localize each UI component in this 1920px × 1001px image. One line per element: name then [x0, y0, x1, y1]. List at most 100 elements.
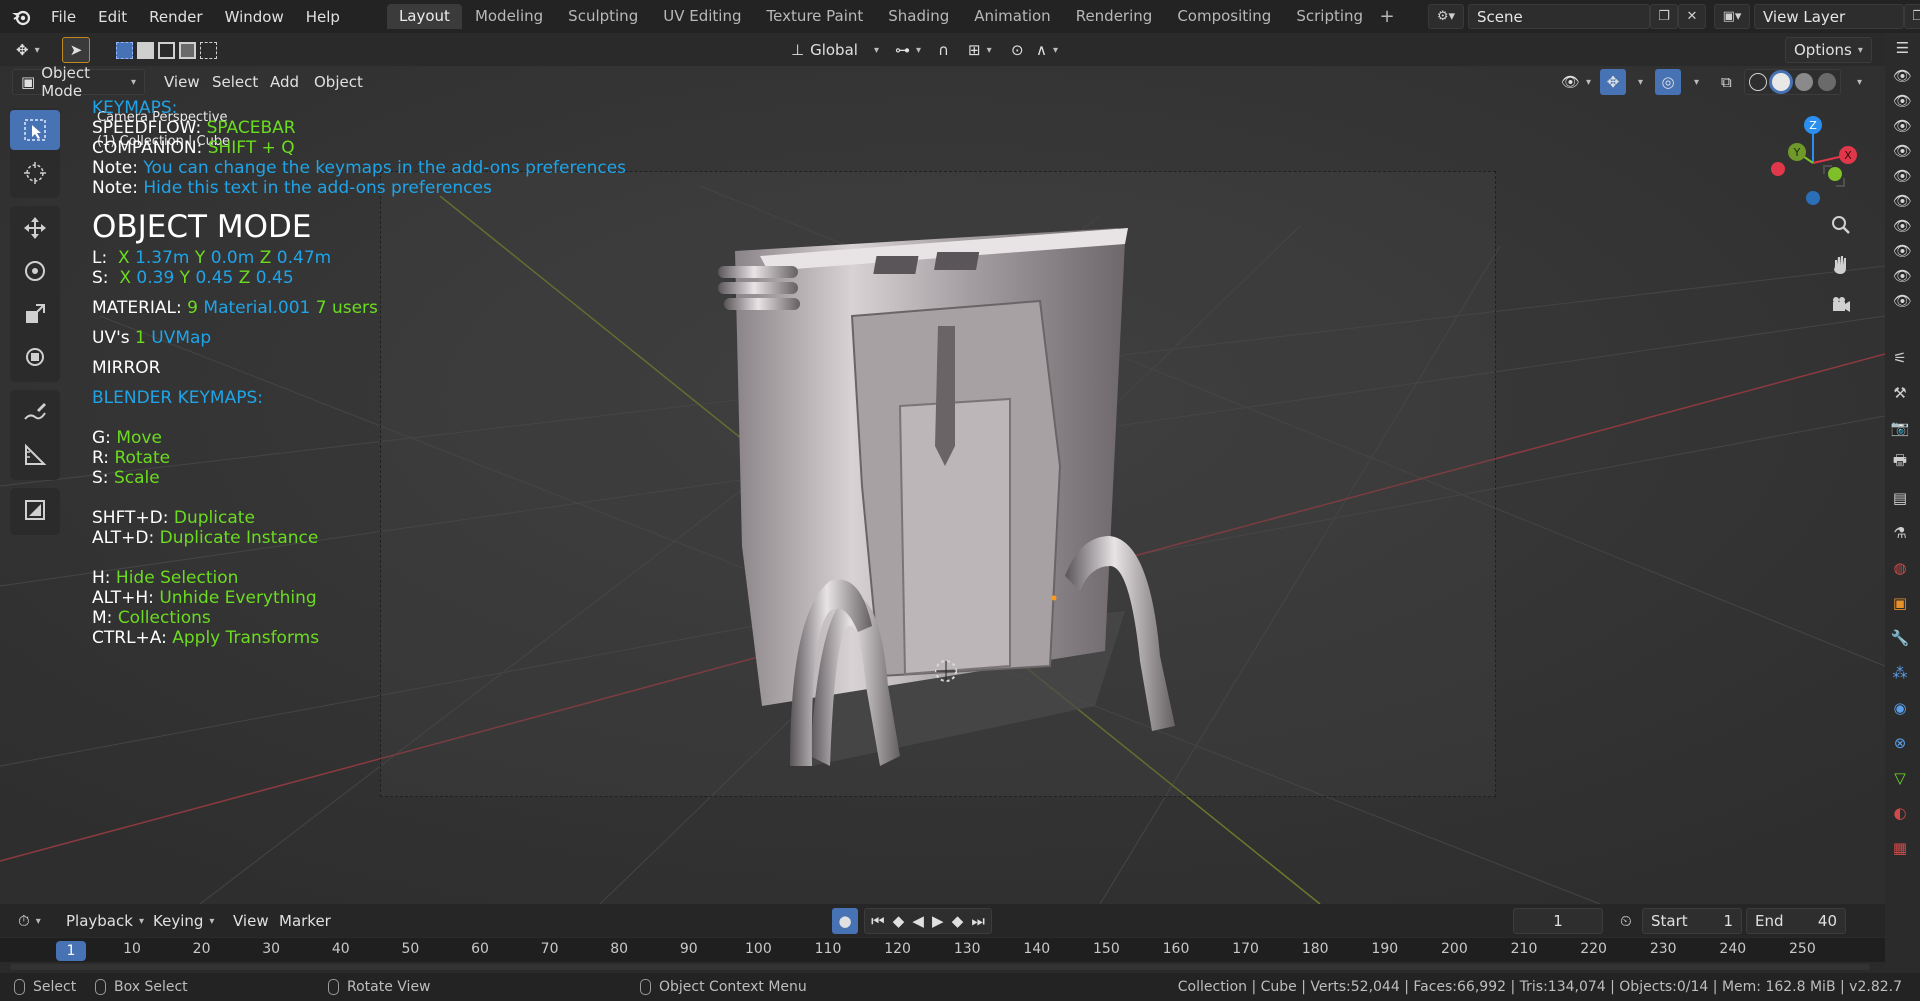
new-view-layer-icon[interactable]: ❐ [1904, 4, 1920, 29]
outliner-eye-icon[interactable]: 👁 [1885, 163, 1920, 188]
menu-render[interactable]: Render [138, 8, 213, 26]
preview-range-icon[interactable]: ⏲ [1612, 908, 1640, 934]
tab-animation[interactable]: Animation [962, 4, 1062, 29]
camera-view-icon[interactable] [1830, 294, 1852, 320]
outliner-eye-icon[interactable]: 👁 [1885, 138, 1920, 163]
scale-tool-icon[interactable] [10, 294, 60, 334]
timeline-editor-icon[interactable]: ⏱ ▾ [10, 908, 49, 934]
outliner-eye-icon[interactable]: 👁 [1885, 213, 1920, 238]
play-reverse-icon[interactable]: ◀ [912, 912, 924, 930]
blender-logo-icon[interactable] [6, 0, 36, 33]
add-cube-tool-icon[interactable] [10, 490, 60, 530]
prev-keyframe-icon[interactable]: ◆ [893, 912, 905, 930]
rendered-shading-icon[interactable] [1818, 73, 1836, 91]
outliner-eye-icon[interactable]: 👁 [1885, 113, 1920, 138]
delete-scene-icon[interactable]: ✕ [1678, 4, 1706, 29]
transform-tool-icon[interactable] [10, 337, 60, 377]
tab-shading[interactable]: Shading [876, 4, 961, 29]
menu-help[interactable]: Help [295, 8, 351, 26]
scene-type-icon[interactable]: ⚙▾ [1428, 4, 1464, 29]
physics-properties-icon[interactable]: ◉ [1880, 690, 1920, 725]
tab-layout[interactable]: Layout [386, 4, 462, 29]
wireframe-shading-icon[interactable] [1749, 73, 1767, 91]
snap-toggle-icon[interactable]: ∩ [930, 37, 957, 63]
tool-properties-icon[interactable]: ⚒ [1880, 375, 1920, 410]
view-layer-properties-icon[interactable]: ▤ [1880, 480, 1920, 515]
tab-rendering[interactable]: Rendering [1064, 4, 1165, 29]
scene-name-field[interactable]: Scene [1468, 4, 1650, 29]
mode-dropdown[interactable]: ▣ Object Mode ▾ [12, 64, 145, 100]
annotate-tool-icon[interactable] [10, 392, 60, 432]
world-properties-icon[interactable]: ◍ [1880, 550, 1920, 585]
modifier-properties-icon[interactable]: 🔧 [1880, 620, 1920, 655]
timeline-menu-view[interactable]: View [225, 908, 277, 934]
frame-ruler[interactable]: 1 10 20 30 40 50 60 70 80 90 100 110 120 130 140 150 16… [0, 938, 1885, 962]
menu-object[interactable]: Object [306, 69, 371, 95]
auto-keying-icon[interactable]: ● [832, 908, 858, 934]
options-dropdown[interactable]: Options ▾ [1785, 37, 1872, 63]
playhead-frame-indicator[interactable]: 1 [56, 941, 86, 961]
transform-orientation-dropdown[interactable]: ⊥ Global ▾ [783, 37, 887, 63]
3d-viewport[interactable]: Z X Y Camera Perspective (1) Collection … [0, 66, 1885, 904]
start-frame-field[interactable]: Start 1 [1642, 908, 1742, 934]
gizmo-toggle-icon[interactable]: ✥ [1600, 69, 1626, 95]
select-box-tool-icon[interactable] [10, 110, 60, 150]
rotate-tool-icon[interactable] [10, 251, 60, 291]
menu-add[interactable]: Add [262, 69, 307, 95]
tab-uv-editing[interactable]: UV Editing [651, 4, 753, 29]
timeline-menu-marker[interactable]: Marker [271, 908, 339, 934]
visibility-eye-icon[interactable]: 👁 ▾ [1553, 69, 1599, 95]
menu-edit[interactable]: Edit [87, 8, 138, 26]
tab-texture-paint[interactable]: Texture Paint [754, 4, 875, 29]
measure-tool-icon[interactable] [10, 435, 60, 475]
constraint-properties-icon[interactable]: ⊗ [1880, 725, 1920, 760]
data-properties-icon[interactable]: ▽ [1880, 760, 1920, 795]
menu-view[interactable]: View [156, 69, 208, 95]
jump-start-icon[interactable]: ⏮ [871, 912, 885, 930]
texture-properties-icon[interactable]: ▦ [1880, 830, 1920, 865]
gizmo-dropdown-icon[interactable]: ▾ [1624, 69, 1651, 95]
selection-mode-icons[interactable] [108, 37, 225, 63]
add-workspace-icon[interactable]: + [1376, 6, 1398, 27]
object-properties-icon[interactable]: ▣ [1880, 585, 1920, 620]
outliner-eye-icon[interactable]: 👁 [1885, 263, 1920, 288]
jump-end-icon[interactable]: ⏭ [971, 912, 985, 930]
overlays-toggle-icon[interactable]: ◎ [1655, 69, 1681, 95]
material-shading-icon[interactable] [1795, 73, 1813, 91]
outliner-eye-icon[interactable]: 👁 [1885, 88, 1920, 113]
playback-dropdown[interactable]: Playback ▾ [58, 908, 152, 934]
view-layer-field[interactable]: View Layer [1754, 4, 1904, 29]
menu-window[interactable]: Window [214, 8, 295, 26]
next-keyframe-icon[interactable]: ◆ [952, 912, 964, 930]
output-properties-icon[interactable]: 🖶 [1880, 445, 1920, 480]
current-frame-field[interactable]: 1 [1513, 908, 1603, 934]
end-frame-field[interactable]: End 40 [1746, 908, 1846, 934]
material-properties-icon[interactable]: ◐ [1880, 795, 1920, 830]
view-layer-type-icon[interactable]: ▣▾ [1714, 4, 1750, 29]
cursor-tool-icon[interactable] [10, 153, 60, 193]
falloff-icon[interactable]: ∧ ▾ [1028, 37, 1066, 63]
snap-target-icon[interactable]: ⊞ ▾ [960, 37, 1000, 63]
new-scene-icon[interactable]: ❐ [1650, 4, 1678, 29]
keying-dropdown[interactable]: Keying ▾ [145, 908, 222, 934]
editor-type-icon[interactable]: ✥ ▾ [8, 37, 48, 63]
xray-toggle-icon[interactable]: ⧉ [1713, 69, 1740, 95]
pivot-point-icon[interactable]: ⊶ ▾ [887, 37, 929, 63]
properties-editor-icon[interactable]: ⚟ [1880, 340, 1920, 375]
select-tool-icon[interactable]: ➤ [62, 37, 90, 63]
outliner-eye-icon[interactable]: 👁 [1885, 238, 1920, 263]
pan-hand-icon[interactable] [1830, 254, 1852, 280]
outliner-eye-icon[interactable]: 👁 [1885, 288, 1920, 313]
particle-properties-icon[interactable]: ⁂ [1880, 655, 1920, 690]
outliner-eye-icon[interactable]: 👁 [1885, 188, 1920, 213]
tab-sculpting[interactable]: Sculpting [556, 4, 650, 29]
overlays-dropdown-icon[interactable]: ▾ [1680, 69, 1707, 95]
outliner-editor-icon[interactable]: ☰ [1885, 33, 1920, 63]
scene-properties-icon[interactable]: ⚗ [1880, 515, 1920, 550]
move-tool-icon[interactable] [10, 208, 60, 248]
timeline-scrollbar[interactable] [10, 964, 1870, 970]
tab-modeling[interactable]: Modeling [463, 4, 555, 29]
tab-scripting[interactable]: Scripting [1284, 4, 1375, 29]
zoom-icon[interactable] [1830, 214, 1852, 240]
maximize-area-icon[interactable] [1820, 162, 1856, 198]
